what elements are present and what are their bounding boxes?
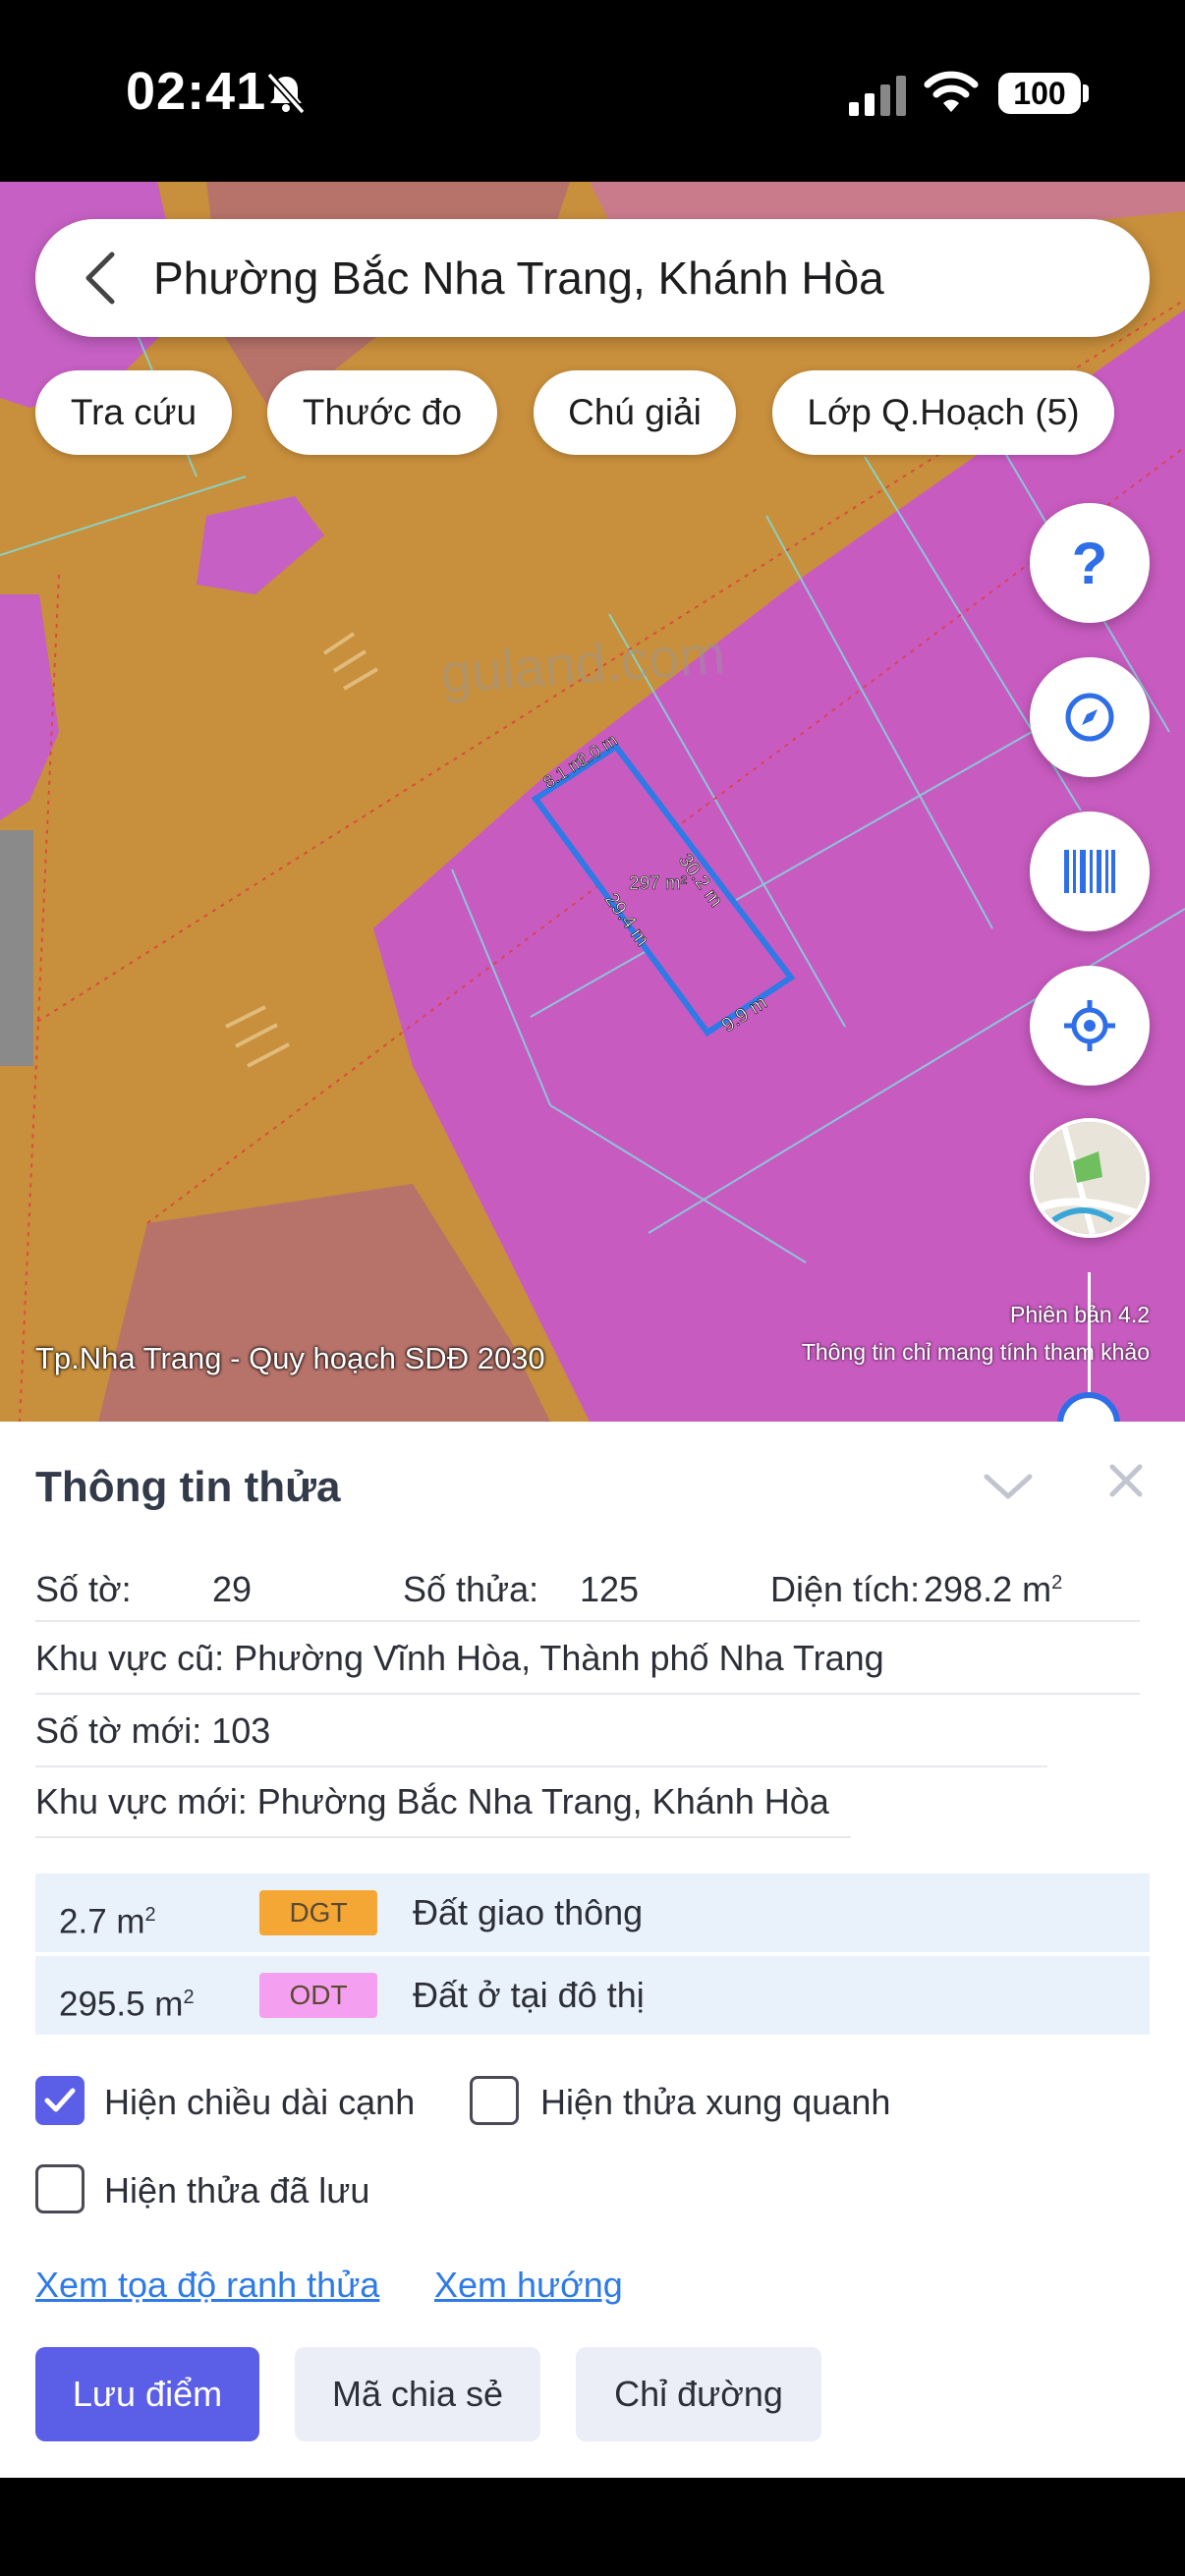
save-point-button[interactable]: Lưu điểm	[35, 2347, 259, 2441]
search-bar[interactable]: Phường Bắc Nha Trang, Khánh Hòa	[35, 219, 1150, 337]
signal-icon	[849, 76, 906, 116]
sheet-title: Thông tin thửa	[35, 1463, 341, 1511]
land-use-area: 295.5 m2	[59, 1956, 195, 2046]
barcode-icon	[1064, 850, 1115, 893]
so-to-label: Số tờ:	[35, 1569, 132, 1609]
compass-button[interactable]	[1030, 657, 1150, 777]
land-use-name: Đất ở tại đô thị	[413, 1975, 645, 2015]
bell-slash-icon	[266, 72, 306, 115]
chevron-down-icon[interactable]	[981, 1467, 1036, 1506]
view-direction-link[interactable]: Xem hướng	[434, 2265, 623, 2306]
checkbox-label[interactable]: Hiện chiều dài cạnh	[104, 2082, 415, 2123]
divider	[35, 1693, 1140, 1695]
land-use-area-value: 295.5 m	[59, 1985, 184, 2024]
chip-chu-giai[interactable]: Chú giải	[534, 370, 736, 455]
dien-tich-value: 298.2 m2	[924, 1569, 1062, 1610]
directions-button[interactable]: Chỉ đường	[576, 2347, 821, 2441]
divider	[35, 1836, 851, 1838]
parcel-area-label: 297 m²	[629, 873, 687, 894]
map-canvas[interactable]: guland.com 8.1 m 2.0 m 30.2 m 29.4 m 9.9…	[0, 182, 1185, 1422]
minimap-icon	[1034, 1122, 1146, 1234]
home-indicator-area	[0, 2478, 1185, 2576]
superscript-2: 2	[1051, 1572, 1063, 1594]
land-use-row: 295.5 m2 ODT Đất ở tại đô thị	[35, 1956, 1150, 2035]
land-use-name: Đất giao thông	[413, 1892, 644, 1932]
divider	[35, 1620, 1140, 1622]
help-button[interactable]: ?	[1030, 503, 1150, 623]
chip-tra-cuu[interactable]: Tra cứu	[35, 370, 232, 455]
wifi-icon	[924, 71, 979, 112]
battery-tip	[1083, 84, 1089, 102]
my-location-button[interactable]	[1030, 966, 1150, 1086]
dien-tich-label: Diện tích:	[770, 1569, 921, 1609]
land-use-area: 2.7 m2	[59, 1874, 156, 1964]
so-thua-label: Số thửa:	[403, 1569, 539, 1609]
checkbox-label[interactable]: Hiện thửa đã lưu	[104, 2170, 369, 2212]
crosshair-icon	[1064, 1000, 1115, 1051]
compass-icon	[1065, 693, 1114, 742]
checkmark-icon	[44, 2088, 76, 2112]
khu-vuc-cu: Khu vực cũ: Phường Vĩnh Hòa, Thành phố N…	[35, 1638, 884, 1678]
disclaimer-text: Thông tin chỉ mang tính tham khảo	[801, 1339, 1150, 1365]
dien-tich-number: 298.2 m	[924, 1569, 1052, 1609]
version-text: Phiên bản 4.2	[1010, 1302, 1150, 1327]
parcel-info-sheet: Thông tin thửa Số tờ: 29 Số thửa: 125 Di…	[0, 1422, 1185, 2478]
land-use-row: 2.7 m2 DGT Đất giao thông	[35, 1874, 1150, 1952]
so-to-moi: Số tờ mới: 103	[35, 1710, 271, 1751]
checkbox-label[interactable]: Hiện thửa xung quanh	[540, 2082, 890, 2123]
view-boundary-coordinates-link[interactable]: Xem tọa độ ranh thửa	[35, 2265, 379, 2306]
status-time: 02:41	[126, 62, 267, 121]
land-use-code-badge: ODT	[259, 1973, 377, 2018]
close-icon[interactable]	[1106, 1461, 1146, 1500]
checkbox-show-surrounding[interactable]	[470, 2076, 519, 2125]
land-use-table: 2.7 m2 DGT Đất giao thông 295.5 m2 ODT Đ…	[35, 1874, 1150, 2037]
status-bar: 02:41 100	[0, 0, 1185, 182]
superscript-2: 2	[183, 1987, 195, 2008]
land-use-code-badge: DGT	[259, 1890, 377, 1935]
chip-thuoc-do[interactable]: Thước đo	[267, 370, 497, 455]
so-thua-value: 125	[580, 1569, 640, 1609]
checkbox-show-edge-lengths[interactable]	[35, 2076, 85, 2125]
map-layer-caption: Tp.Nha Trang - Quy hoạch SDĐ 2030	[35, 1341, 545, 1375]
land-use-area-value: 2.7 m	[59, 1902, 145, 1941]
superscript-2: 2	[144, 1904, 156, 1926]
so-to-value: 29	[212, 1569, 253, 1609]
barcode-button[interactable]	[1030, 812, 1150, 931]
chip-lop-quy-hoach[interactable]: Lớp Q.Hoạch (5)	[772, 370, 1114, 455]
back-arrow-icon[interactable]	[75, 249, 124, 308]
khu-vuc-moi: Khu vực mới: Phường Bắc Nha Trang, Khánh…	[35, 1781, 829, 1821]
share-code-button[interactable]: Mã chia sẻ	[295, 2347, 540, 2441]
basemap-toggle[interactable]	[1030, 1118, 1150, 1238]
help-icon: ?	[1071, 530, 1108, 596]
divider	[35, 1765, 1047, 1767]
battery-icon: 100	[998, 73, 1081, 114]
checkbox-show-saved[interactable]	[35, 2164, 85, 2213]
map-view[interactable]: guland.com 8.1 m 2.0 m 30.2 m 29.4 m 9.9…	[0, 182, 1185, 1422]
search-location-text[interactable]: Phường Bắc Nha Trang, Khánh Hòa	[153, 219, 884, 337]
